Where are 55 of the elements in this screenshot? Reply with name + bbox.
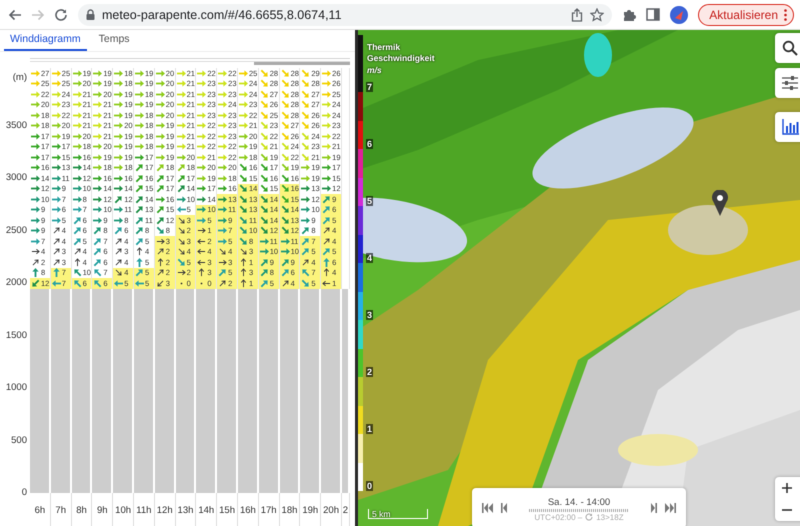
axis-label: 2000 (6, 277, 27, 288)
hour-label: 20h (323, 505, 339, 516)
hour-label: 6h (34, 505, 46, 516)
chart-icon (782, 119, 799, 135)
skip-end-icon[interactable] (665, 503, 676, 513)
address-bar[interactable]: meteo-parapente.com/#/46.6655,8.0674,11 (78, 4, 612, 26)
refresh-icon (585, 513, 594, 521)
step-back-icon[interactable] (501, 503, 507, 513)
lock-icon (86, 9, 95, 20)
hour-label: 9h (97, 505, 108, 516)
axis-label: 3000 (6, 172, 27, 183)
axis-label: 3500 (6, 120, 27, 130)
sidebar-icon[interactable] (646, 8, 660, 21)
axis-unit: (m) (12, 72, 27, 83)
hour-label: 8h (76, 505, 87, 516)
kebab-menu-icon[interactable] (784, 8, 787, 20)
tab[interactable]: Temps (92, 30, 136, 51)
scale-bar: 5 km (368, 509, 428, 519)
axis-label: 500 (11, 434, 27, 446)
search-icon (782, 40, 798, 56)
star-icon[interactable] (590, 8, 604, 22)
timeline-track[interactable] (529, 508, 629, 512)
hour-label: 11h (136, 505, 152, 516)
avatar-icon[interactable] (670, 6, 688, 24)
url-text: meteo-parapente.com/#/46.6655,8.0674,11 (102, 8, 343, 22)
hour-label: 19h (302, 505, 318, 516)
model-run-text: 13>18Z (596, 512, 624, 522)
axis-label: 1000 (6, 382, 27, 393)
map-pin-icon (712, 190, 728, 216)
filter-icon (782, 76, 798, 90)
axis-label: 0 (22, 487, 27, 498)
hour-label: 14h (198, 505, 214, 516)
zoom-in-icon (782, 483, 792, 493)
timezone-text: UTC+02:00 – (534, 512, 582, 522)
hour-label: 16h (240, 505, 256, 516)
step-forward-icon[interactable] (651, 503, 657, 513)
legend-unit: m/s (367, 65, 382, 75)
forecast-time: Sa. 14. - 14:00 (548, 496, 610, 508)
tab[interactable]: Winddiagramm (4, 30, 87, 51)
skip-start-icon[interactable] (482, 503, 493, 513)
back-icon[interactable] (8, 8, 22, 22)
puzzle-icon[interactable] (622, 8, 636, 22)
hour-label: 18h (282, 505, 298, 516)
hour-label: 13h (178, 505, 194, 516)
share-icon[interactable] (571, 8, 584, 22)
hour-label: 10h (115, 505, 132, 516)
reload-icon[interactable] (54, 8, 68, 22)
hour-label: 17h (260, 505, 277, 516)
hour-label: 15h (219, 505, 235, 516)
update-button[interactable]: Aktualisieren (698, 4, 794, 26)
axis-label: 1500 (6, 330, 27, 340)
hour-label: 7h (55, 505, 66, 516)
hour-label: 12h (156, 505, 173, 516)
axis-label: 2500 (6, 224, 27, 236)
hour-label: 2 (342, 505, 348, 516)
